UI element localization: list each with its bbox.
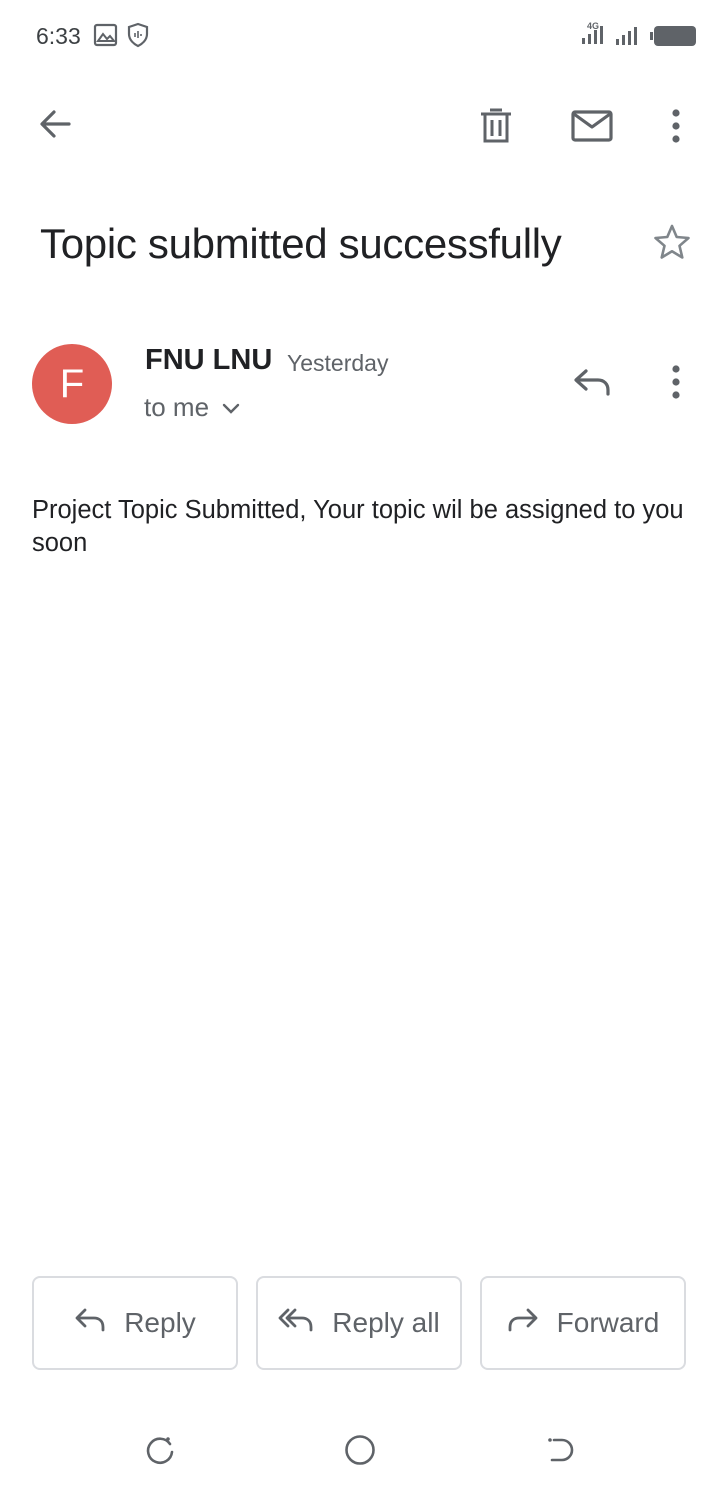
home-button[interactable] [330, 1426, 390, 1478]
reply-all-icon [278, 1307, 314, 1340]
back-icon [544, 1434, 576, 1471]
reply-button-header[interactable] [564, 356, 620, 412]
shield-icon [125, 22, 151, 53]
recents-button[interactable] [130, 1426, 190, 1478]
nav-back-button[interactable] [530, 1426, 590, 1478]
email-time: Yesterday [287, 350, 389, 376]
recipient-label: to me [144, 392, 210, 422]
reply-all-button[interactable]: Reply all [256, 1276, 462, 1370]
message-more-button[interactable] [648, 356, 704, 412]
forward-button[interactable]: Forward [480, 1276, 686, 1370]
sender-name: FNU LNU [145, 344, 273, 376]
gallery-icon [93, 22, 119, 53]
signal-4g-icon: 4G [580, 18, 610, 53]
email-body: Project Topic Submitted, Your topic wil … [32, 496, 684, 557]
reply-all-label: Reply all [332, 1307, 440, 1338]
star-button[interactable] [644, 216, 700, 272]
more-vert-icon [670, 364, 682, 405]
back-arrow-icon [37, 106, 73, 147]
recents-icon [144, 1434, 176, 1471]
reply-label: Reply [124, 1307, 196, 1338]
reply-icon [572, 367, 612, 402]
more-vert-icon [670, 108, 682, 149]
recipient-toggle[interactable]: to me [144, 388, 241, 426]
forward-icon [507, 1307, 539, 1340]
email-subject: Topic submitted successfully [40, 220, 562, 267]
status-time: 6:33 [36, 23, 81, 49]
chevron-down-icon [221, 388, 241, 426]
home-icon [343, 1433, 377, 1472]
delete-icon [479, 107, 513, 150]
back-button[interactable] [27, 98, 83, 154]
more-options-button[interactable] [648, 100, 704, 156]
avatar[interactable]: F [32, 344, 112, 424]
mark-unread-button[interactable] [564, 100, 620, 156]
mark-unread-icon [571, 109, 613, 148]
forward-label: Forward [556, 1307, 660, 1338]
reply-button[interactable]: Reply [32, 1276, 238, 1370]
signal-icon [614, 22, 642, 53]
reply-icon [74, 1307, 106, 1340]
delete-button[interactable] [468, 100, 524, 156]
battery-icon [650, 24, 698, 53]
svg-text:4G: 4G [587, 21, 599, 31]
star-icon [652, 223, 692, 266]
